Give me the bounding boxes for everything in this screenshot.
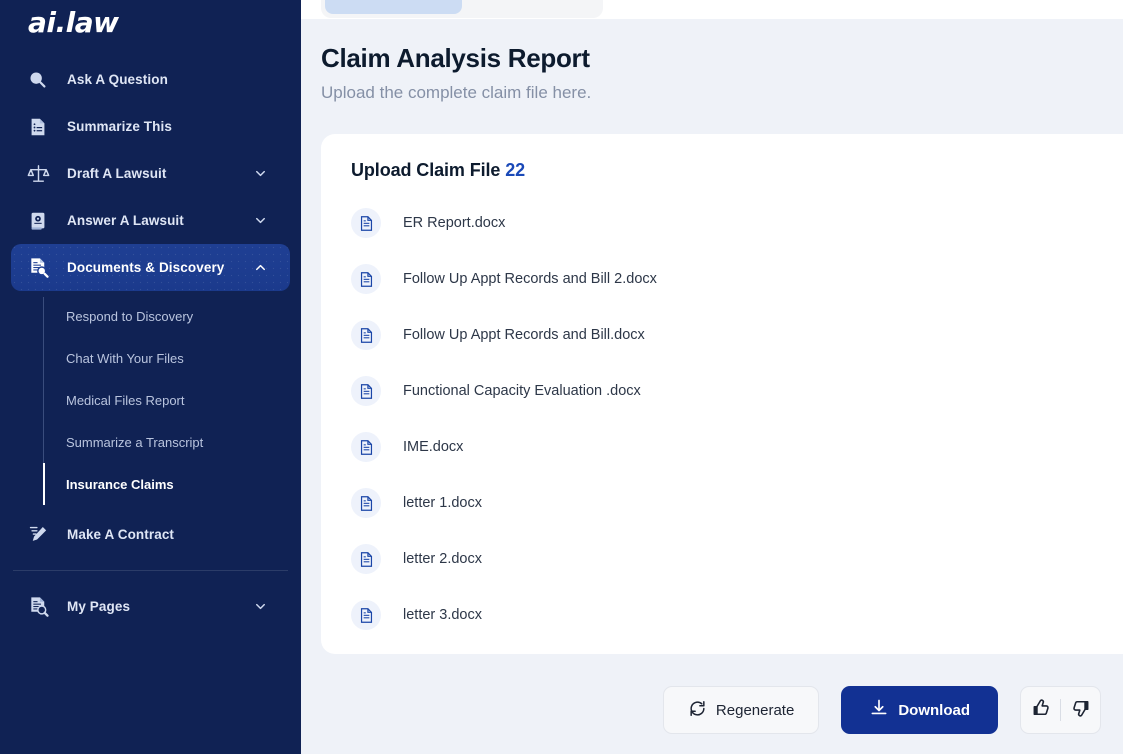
document-file-icon [351, 432, 381, 462]
regenerate-button-label: Regenerate [716, 702, 794, 719]
document-file-icon [351, 264, 381, 294]
upload-card-title: Upload Claim File 22 [337, 160, 1093, 181]
sidebar-item-make-a-contract[interactable]: Make A Contract [11, 511, 290, 558]
sidebar-subitem-medical-files-report[interactable]: Medical Files Report [0, 379, 301, 421]
thumbs-up-button[interactable] [1021, 687, 1060, 733]
sidebar-subitem-label: Insurance Claims [66, 477, 174, 492]
upload-card-title-text: Upload Claim File [351, 160, 500, 180]
download-button-label: Download [898, 702, 970, 719]
sidebar-item-label: My Pages [67, 599, 130, 614]
page-subtitle: Upload the complete claim file here. [321, 81, 1095, 105]
brand-logo[interactable]: ai.law [0, 0, 301, 44]
file-list: ER Report.docx Follow Up Appt Records an… [337, 195, 1093, 643]
sidebar-subitem-summarize-a-transcript[interactable]: Summarize a Transcript [0, 421, 301, 463]
action-footer: Regenerate Download [301, 666, 1123, 754]
thumbs-up-icon [1031, 698, 1051, 723]
document-file-icon [351, 320, 381, 350]
regenerate-button[interactable]: Regenerate [663, 686, 819, 734]
sidebar-item-draft-a-lawsuit[interactable]: Draft A Lawsuit [11, 150, 290, 197]
sidebar: ai.law Ask A Question Summarize This [0, 0, 301, 754]
list-item[interactable]: IME.docx [337, 419, 1093, 475]
law-book-icon [25, 208, 51, 234]
list-item[interactable]: Follow Up Appt Records and Bill.docx [337, 307, 1093, 363]
document-file-icon [351, 600, 381, 630]
feedback-group [1020, 686, 1101, 734]
file-name: IME.docx [403, 439, 463, 455]
refresh-icon [688, 699, 707, 722]
sidebar-item-label: Documents & Discovery [67, 260, 224, 275]
sidebar-submenu-documents-and-discovery: Respond to Discovery Chat With Your File… [0, 295, 301, 505]
download-icon [869, 698, 889, 722]
chevron-down-icon[interactable] [252, 213, 268, 229]
file-name: Follow Up Appt Records and Bill 2.docx [403, 271, 657, 287]
list-item[interactable]: ER Report.docx [337, 195, 1093, 251]
list-item[interactable]: Functional Capacity Evaluation .docx [337, 363, 1093, 419]
chevron-down-icon[interactable] [252, 166, 268, 182]
sidebar-subitem-label: Summarize a Transcript [66, 435, 203, 450]
tab-bar [301, 0, 1123, 19]
file-name: Functional Capacity Evaluation .docx [403, 383, 641, 399]
sidebar-item-label: Ask A Question [67, 72, 168, 87]
sidebar-item-documents-and-discovery[interactable]: Documents & Discovery [11, 244, 290, 291]
document-file-icon [351, 208, 381, 238]
list-item[interactable]: letter 2.docx [337, 531, 1093, 587]
sidebar-item-label: Draft A Lawsuit [67, 166, 167, 181]
tab-secondary[interactable] [462, 0, 599, 14]
upload-file-count: 22 [505, 160, 525, 180]
chevron-up-icon[interactable] [252, 260, 268, 276]
sidebar-subitem-respond-to-discovery[interactable]: Respond to Discovery [0, 295, 301, 337]
file-name: letter 3.docx [403, 607, 482, 623]
document-search-icon [25, 594, 51, 620]
app-root: ai.law Ask A Question Summarize This [0, 0, 1123, 754]
pen-contract-icon [25, 522, 51, 548]
sidebar-item-label: Answer A Lawsuit [67, 213, 184, 228]
file-name: ER Report.docx [403, 215, 505, 231]
tab-primary[interactable] [325, 0, 462, 14]
sidebar-subitem-label: Respond to Discovery [66, 309, 193, 324]
sidebar-nav: Ask A Question Summarize This Draft A La… [0, 44, 301, 630]
document-lines-icon [25, 114, 51, 140]
list-item[interactable]: letter 3.docx [337, 587, 1093, 643]
scales-of-justice-icon [25, 161, 51, 187]
page-title: Claim Analysis Report [321, 41, 1095, 75]
document-file-icon [351, 488, 381, 518]
document-file-icon [351, 376, 381, 406]
sidebar-item-label: Make A Contract [67, 527, 174, 542]
search-icon [25, 67, 51, 93]
file-name: letter 1.docx [403, 495, 482, 511]
sidebar-subitem-chat-with-your-files[interactable]: Chat With Your Files [0, 337, 301, 379]
sidebar-subitem-insurance-claims[interactable]: Insurance Claims [0, 463, 301, 505]
sidebar-item-label: Summarize This [67, 119, 172, 134]
document-search-icon [25, 255, 51, 281]
thumbs-down-icon [1071, 698, 1091, 723]
file-name: Follow Up Appt Records and Bill.docx [403, 327, 645, 343]
page-header: Claim Analysis Report Upload the complet… [301, 19, 1123, 134]
tab-group [321, 0, 603, 18]
sidebar-divider [13, 570, 288, 571]
download-button[interactable]: Download [841, 686, 998, 734]
list-item[interactable]: Follow Up Appt Records and Bill 2.docx [337, 251, 1093, 307]
main-content: Claim Analysis Report Upload the complet… [301, 0, 1123, 754]
sidebar-item-summarize-this[interactable]: Summarize This [11, 103, 290, 150]
brand-logo-text: ai.law [28, 6, 119, 39]
upload-claim-file-card: Upload Claim File 22 ER Report.docx [321, 134, 1123, 654]
sidebar-item-answer-a-lawsuit[interactable]: Answer A Lawsuit [11, 197, 290, 244]
sidebar-item-ask-a-question[interactable]: Ask A Question [11, 56, 290, 103]
thumbs-down-button[interactable] [1061, 687, 1100, 733]
document-file-icon [351, 544, 381, 574]
sidebar-subitem-label: Medical Files Report [66, 393, 185, 408]
sidebar-subitem-label: Chat With Your Files [66, 351, 184, 366]
chevron-down-icon[interactable] [252, 599, 268, 615]
list-item[interactable]: letter 1.docx [337, 475, 1093, 531]
file-name: letter 2.docx [403, 551, 482, 567]
upload-card-area: Upload Claim File 22 ER Report.docx [301, 134, 1123, 666]
sidebar-item-my-pages[interactable]: My Pages [11, 583, 290, 630]
